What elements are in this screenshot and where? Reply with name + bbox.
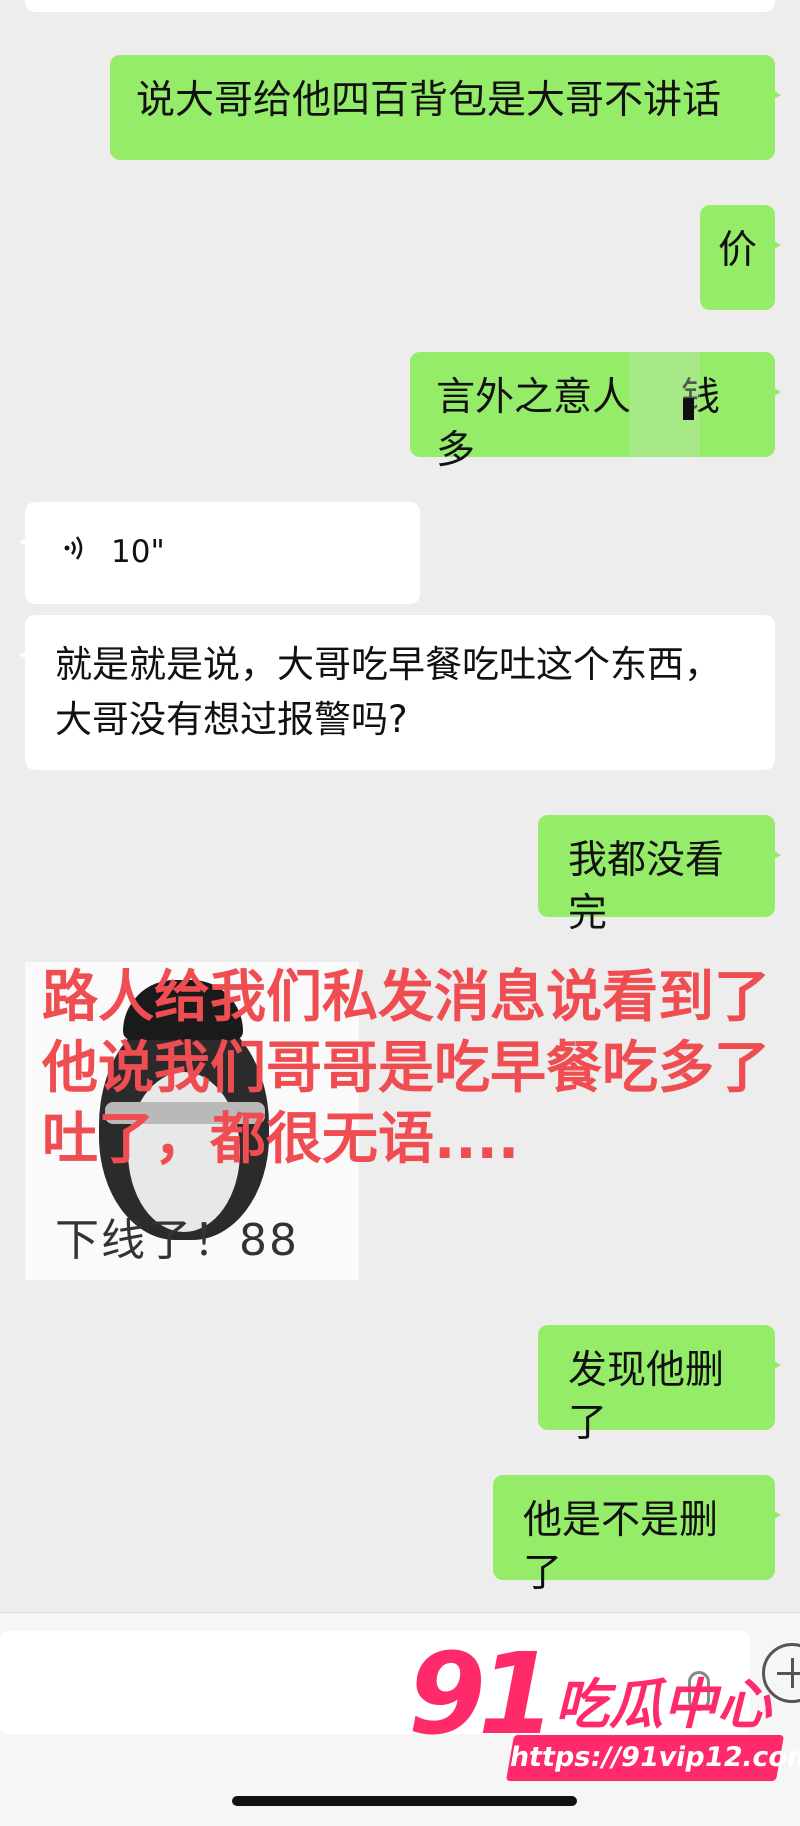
message-bubble-incoming[interactable]: 就是就是说，大哥吃早餐吃吐这个东西，大哥没有想过报警吗? — [19, 615, 775, 770]
message-text: 他是不是删了 — [523, 1498, 719, 1596]
message-text: 说大哥给他四百背包是大哥不讲话 — [136, 78, 722, 123]
message-text: 言外之意人 — [436, 375, 632, 420]
overlay-caption: 路人给我们私发消息说看到了他说我们哥哥是吃早餐吃多了吐了，都很无语.... — [42, 965, 770, 1172]
message-text: 我都没看完 — [568, 838, 725, 936]
message-bubble-outgoing[interactable]: 价 — [700, 205, 781, 310]
watermark-brand: 吃瓜中心 — [555, 1673, 771, 1736]
message-bubble-outgoing[interactable]: 说大哥给他四百背包是大哥不讲话 — [110, 55, 781, 160]
voice-wave-icon — [61, 532, 89, 574]
message-bubble-outgoing[interactable]: 发现他删了 — [538, 1325, 781, 1446]
sticker-caption: 下线了！88 — [55, 1215, 299, 1266]
message-bubble-outgoing[interactable]: 言外之意人 钱多 — [410, 352, 781, 473]
message-text: 价 — [717, 228, 757, 273]
message-bubble-outgoing[interactable]: 我都没看完 — [538, 815, 781, 936]
voice-message-bubble[interactable]: 10" — [19, 502, 420, 604]
home-indicator — [232, 1796, 577, 1806]
censor-mark — [683, 398, 694, 420]
message-text: 发现他删了 — [568, 1348, 725, 1446]
voice-duration: 10" — [111, 534, 165, 571]
previous-message-bubble — [25, 0, 775, 12]
message-text: 就是就是说，大哥吃早餐吃吐这个东西，大哥没有想过报警吗? — [55, 643, 721, 741]
watermark-url: https://91vip12.com — [505, 1735, 800, 1781]
message-bubble-outgoing[interactable]: 他是不是删了 — [493, 1475, 781, 1596]
